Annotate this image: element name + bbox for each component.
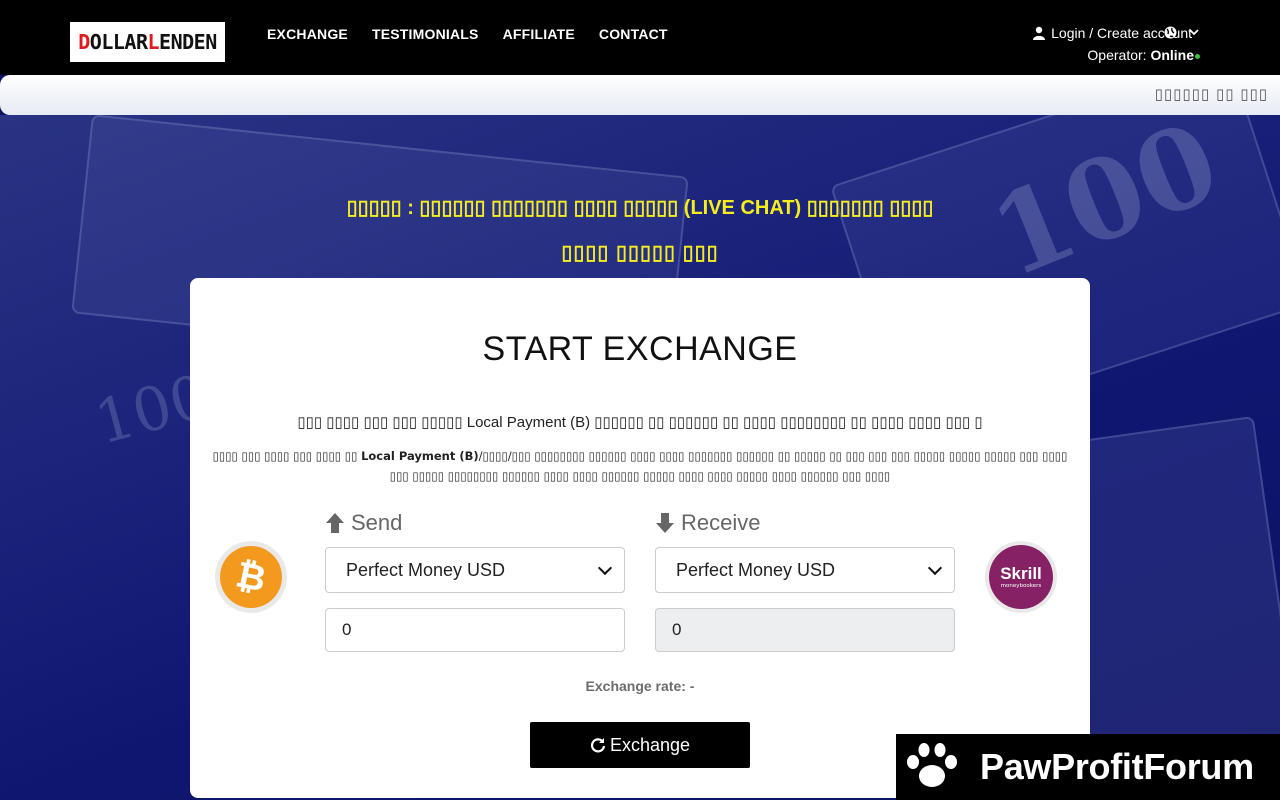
send-label-text: Send: [351, 510, 403, 535]
info-small-text: ▯▯▯▯ ▯▯▯ ▯▯▯▯ ▯▯▯ ▯▯▯▯ ▯▯ Local Payment …: [202, 446, 1078, 486]
chevron-down-icon: [597, 560, 613, 576]
send-amount-input[interactable]: 0: [325, 608, 625, 652]
operator-status: Operator: Online: [1087, 47, 1200, 63]
card-title: START EXCHANGE: [482, 330, 798, 368]
refresh-icon: [590, 738, 606, 753]
skrill-logo-text: Skrill: [1000, 563, 1042, 583]
receive-currency-select[interactable]: Perfect Money USD: [655, 547, 955, 593]
ticker-text: ▯▯▯▯▯▯ ▯▯ ▯▯▯: [1154, 85, 1268, 103]
exchange-rate: Exchange rate: -: [585, 678, 695, 694]
nav-exchange[interactable]: EXCHANGE: [267, 26, 348, 42]
operator-online: Online: [1150, 47, 1194, 63]
nav-contact[interactable]: CONTACT: [599, 26, 668, 42]
send-currency-select[interactable]: Perfect Money USD: [325, 547, 625, 593]
info-small-pre: ▯▯▯▯ ▯▯▯ ▯▯▯▯ ▯▯▯ ▯▯▯▯ ▯▯: [212, 449, 362, 463]
nav-affiliate[interactable]: AFFILIATE: [503, 26, 575, 42]
info-text: ▯▯▯ ▯▯▯▯ ▯▯▯ ▯▯▯ ▯▯▯▯▯ Local Payment (B)…: [297, 414, 983, 431]
exchange-button-label: Exchange: [609, 734, 691, 755]
bitcoin-icon: ₿: [214, 540, 288, 614]
main-nav: EXCHANGE TESTIMONIALS AFFILIATE CONTACT: [267, 26, 668, 42]
logo-text: OLLAR: [89, 30, 148, 54]
bitcoin-logo: ₿: [214, 540, 288, 614]
online-dot-icon: [1195, 53, 1200, 59]
logo-text: ENDEN: [159, 30, 217, 54]
operator-label: Operator:: [1087, 47, 1147, 63]
skrill-icon: Skrill moneybookers: [985, 541, 1057, 613]
info-small-post: /▯▯▯▯/▯▯▯ ▯▯▯▯▯▯▯▯ ▯▯▯▯▯▯ ▯▯▯▯ ▯▯▯▯ ▯▯▯▯…: [389, 449, 1068, 483]
logo-letter: L: [147, 30, 160, 54]
notice-line: ▯▯▯▯▯ : ▯▯▯▯▯▯ ▯▯▯▯▯▯▯ ▯▯▯▯ ▯▯▯▯▯ (LIVE …: [346, 197, 934, 219]
send-currency-value: Perfect Money USD: [346, 559, 506, 580]
chevron-down-icon: [927, 560, 943, 576]
nav-testimonials[interactable]: TESTIMONIALS: [372, 26, 479, 42]
language-dropdown[interactable]: [1164, 26, 1199, 39]
watermark: PawProfitForum: [896, 734, 1280, 800]
exchange-button[interactable]: Exchange: [530, 722, 750, 768]
news-ticker: ▯▯▯▯▯▯ ▯▯ ▯▯▯: [0, 75, 1280, 115]
receive-label: Receive: [655, 510, 760, 536]
skrill-logo-subtext: moneybookers: [1000, 582, 1042, 589]
user-icon: [1033, 26, 1046, 40]
watermark-text: PawProfitForum: [980, 746, 1254, 787]
chevron-down-icon: [1189, 29, 1199, 36]
arrow-down-icon: [656, 513, 674, 533]
globe-icon: [1164, 26, 1177, 39]
receive-label-text: Receive: [681, 510, 761, 535]
notice-line: ▯▯▯▯ ▯▯▯▯▯ ▯▯▯: [561, 242, 719, 264]
send-label: Send: [325, 510, 402, 536]
receive-currency-value: Perfect Money USD: [676, 559, 836, 580]
skrill-logo: Skrill moneybookers: [989, 545, 1053, 609]
receive-amount-field: 0: [655, 608, 955, 652]
info-small-bold: Local Payment (B): [361, 449, 479, 463]
logo-letter: D: [78, 30, 90, 54]
site-header: D OLLAR L ENDEN EXCHANGE TESTIMONIALS AFFI…: [0, 0, 1280, 75]
arrow-up-icon: [326, 513, 344, 533]
paw-icon: [907, 743, 957, 787]
exchange-card: START EXCHANGE ▯▯▯ ▯▯▯▯ ▯▯▯ ▯▯▯ ▯▯▯▯▯ Lo…: [190, 278, 1090, 798]
site-logo[interactable]: D OLLAR L ENDEN: [70, 22, 225, 62]
